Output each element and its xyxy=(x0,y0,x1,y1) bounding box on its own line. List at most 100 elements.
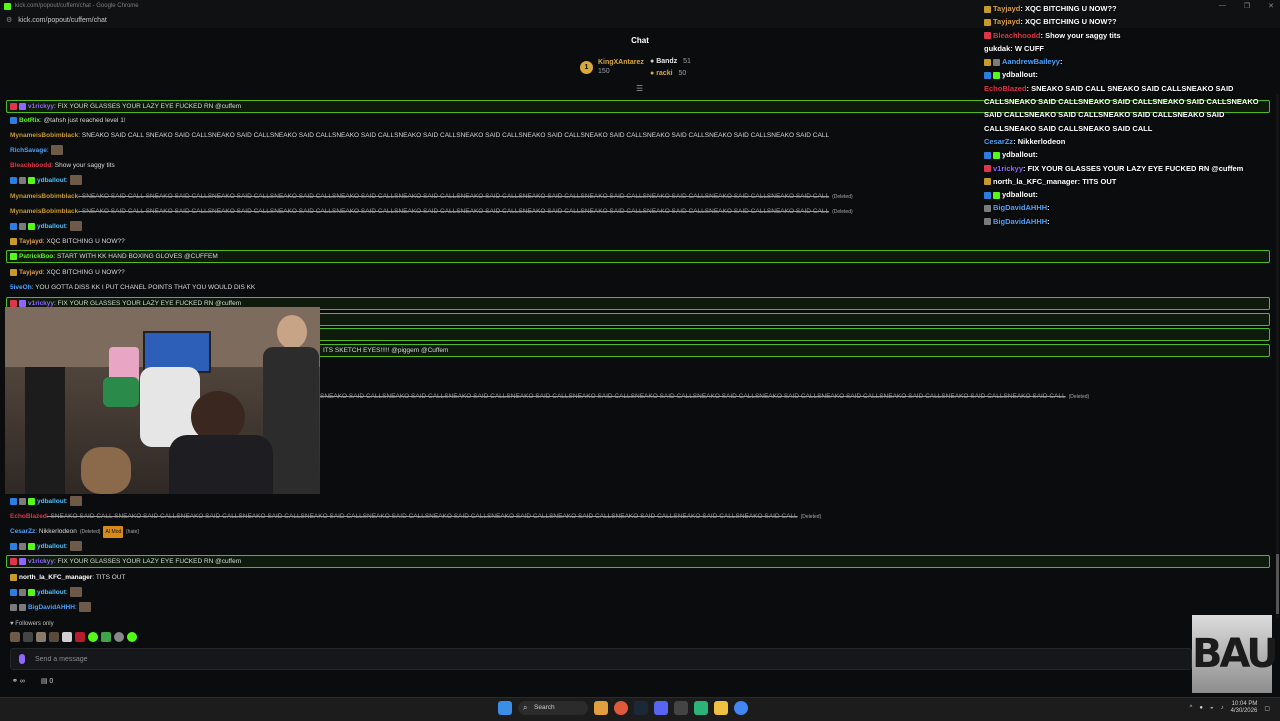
username[interactable]: ydballout xyxy=(37,223,66,230)
discord-icon[interactable] xyxy=(654,701,668,715)
filter-icon[interactable]: ☰ xyxy=(636,84,643,93)
username[interactable]: north_la_KFC_manager xyxy=(19,574,92,581)
site-info-icon[interactable]: ⚙ xyxy=(6,16,12,24)
username[interactable]: MynameisBobimblack xyxy=(10,193,78,200)
message-text: : xyxy=(65,543,68,550)
username[interactable]: ydballout xyxy=(37,589,66,596)
app-icon[interactable] xyxy=(674,701,688,715)
chat-message[interactable]: PatrickBoo: START WITH KK HAND BOXING GL… xyxy=(6,250,1270,263)
overlay-text: : xyxy=(1035,70,1038,80)
badge-icon xyxy=(10,497,17,505)
chat-scrollbar[interactable] xyxy=(1276,94,1279,618)
username[interactable]: ydballout xyxy=(37,498,66,505)
username[interactable]: RichSavage xyxy=(10,147,47,154)
username[interactable]: Tayjayd xyxy=(19,238,43,245)
emote-icon[interactable] xyxy=(23,632,33,642)
chat-message[interactable]: ydballout: xyxy=(10,496,82,508)
overlay-text: : xyxy=(1035,190,1038,200)
emote-icon[interactable] xyxy=(114,632,124,642)
emote-icon[interactable] xyxy=(75,632,85,642)
username[interactable]: v1rickyy xyxy=(28,103,54,110)
username[interactable]: ydballout xyxy=(37,543,66,550)
badge-icon xyxy=(19,299,26,307)
gift-icon: ● xyxy=(650,58,655,65)
mic-icon[interactable]: ● xyxy=(1199,705,1203,711)
emote-icon[interactable] xyxy=(49,632,59,642)
username[interactable]: 5iveOh xyxy=(10,284,32,291)
chat-message[interactable]: ydballout: xyxy=(10,587,82,599)
leaderboard-third[interactable]: ● racki 50 xyxy=(650,70,686,77)
overlay-message: ydballout: xyxy=(984,68,1276,81)
chat-message[interactable]: EchoBlazed: SNEAKO SAID CALL SNEAKO SAID… xyxy=(10,511,821,523)
chat-message[interactable]: BotRix: @tahsh just reached level 1! xyxy=(10,115,126,127)
badge-icon xyxy=(10,176,17,184)
username[interactable]: v1rickyy xyxy=(28,558,54,565)
badge-icon xyxy=(10,557,17,565)
start-menu-icon[interactable] xyxy=(498,701,512,715)
chat-message[interactable]: Bleachhoodd: Show your saggy tits xyxy=(10,160,115,172)
notifications-icon[interactable]: ▢ xyxy=(1264,705,1270,712)
taskbar-search[interactable]: Search xyxy=(518,701,588,715)
emote-picker-icon[interactable] xyxy=(19,654,25,664)
username[interactable]: Bleachhoodd xyxy=(10,162,51,169)
badge-icon xyxy=(984,204,991,212)
steam-icon[interactable] xyxy=(634,701,648,715)
chat-message[interactable]: v1rickyy: FIX YOUR GLASSES YOUR LAZY EYE… xyxy=(6,555,1270,568)
username[interactable]: v1rickyy xyxy=(28,300,54,307)
emote-icon[interactable] xyxy=(10,632,20,642)
emote-icon[interactable] xyxy=(101,632,111,642)
chat-input[interactable] xyxy=(33,652,1137,667)
emote-icon[interactable] xyxy=(36,632,46,642)
username[interactable]: BigDavidAHHH xyxy=(28,604,75,611)
username[interactable]: PatrickBoo xyxy=(19,253,53,260)
username[interactable]: EchoBlazed xyxy=(10,513,47,520)
chat-message[interactable]: MynameisBobimblack: SNEAKO SAID CALL SNE… xyxy=(10,206,853,218)
volume-icon[interactable]: ♪ xyxy=(1221,705,1224,711)
chat-message[interactable]: Tayjayd: XQC BITCHING U NOW?? xyxy=(10,267,125,279)
file-explorer-icon[interactable] xyxy=(714,701,728,715)
url-text[interactable]: kick.com/popout/cuffem/chat xyxy=(18,17,107,24)
tray-chevron-icon[interactable]: ^ xyxy=(1190,705,1193,711)
chat-input-container[interactable] xyxy=(10,648,1192,670)
chat-message[interactable]: RichSavage: xyxy=(10,145,63,157)
leaderboard-second[interactable]: ● Bandz 51 xyxy=(650,58,691,65)
scrollbar-thumb[interactable] xyxy=(1276,554,1279,614)
clock-date: 4/30/2026 xyxy=(1230,708,1258,714)
username[interactable]: MynameisBobimblack xyxy=(10,132,78,139)
username[interactable]: CesarZz xyxy=(10,528,35,535)
kick-emote-icon[interactable] xyxy=(88,632,98,642)
badge-icon xyxy=(984,32,991,40)
viewers-stat[interactable]: ⚭ ∞ xyxy=(12,677,25,685)
leaderboard-first[interactable]: 1 KingXAntarez 150 xyxy=(580,58,644,76)
emote-icon xyxy=(69,541,82,552)
chat-message[interactable]: CesarZz: Nikkerlodeon (Deleted) AI Mod [hat… xyxy=(10,526,139,538)
widget-icon[interactable] xyxy=(594,701,608,715)
chat-message[interactable]: ydballout: xyxy=(10,175,82,187)
chat-message[interactable]: north_la_KFC_manager: TITS OUT xyxy=(10,572,125,584)
chrome-active-icon[interactable] xyxy=(734,701,748,715)
chat-message[interactable]: Tayjayd: XQC BITCHING U NOW?? xyxy=(10,236,125,248)
overlay-message: CesarZz: Nikkerlodeon xyxy=(984,135,1276,148)
chat-message[interactable]: ydballout: xyxy=(10,221,82,233)
badge-icon xyxy=(28,176,35,184)
chat-message[interactable]: MynameisBobimblack: SNEAKO SAID CALL SNE… xyxy=(10,130,829,142)
chrome-icon[interactable] xyxy=(614,701,628,715)
gifts-stat[interactable]: ▤ 0 xyxy=(41,677,53,685)
chat-message[interactable]: SNEAKO SAID CALLSNEAKO SAID CALLSNEAKO S… xyxy=(320,391,1089,403)
chat-message[interactable]: 5iveOh: YOU GOTTA DISS KK I PUT CHANEL P… xyxy=(10,282,255,294)
chat-message[interactable]: MynameisBobimblack: SNEAKO SAID CALL SNE… xyxy=(10,191,853,203)
username[interactable]: BotRix xyxy=(19,117,40,124)
chat-message[interactable]: ydballout: xyxy=(10,541,82,553)
overlay-text: : Show your saggy tits xyxy=(1040,30,1121,40)
badge-icon xyxy=(984,58,991,66)
username[interactable]: ydballout xyxy=(37,177,66,184)
clock[interactable]: 10:04 PM 4/30/2026 xyxy=(1231,701,1258,715)
emote-icon[interactable] xyxy=(127,632,137,642)
overlay-text: : xyxy=(1047,203,1050,213)
chat-message[interactable]: BigDavidAHHH: xyxy=(10,602,91,614)
username[interactable]: Tayjayd xyxy=(19,269,43,276)
username[interactable]: MynameisBobimblack xyxy=(10,208,78,215)
bau-emote-icon[interactable] xyxy=(62,632,72,642)
network-icon[interactable]: ◒ xyxy=(1210,705,1214,711)
app-icon[interactable] xyxy=(694,701,708,715)
